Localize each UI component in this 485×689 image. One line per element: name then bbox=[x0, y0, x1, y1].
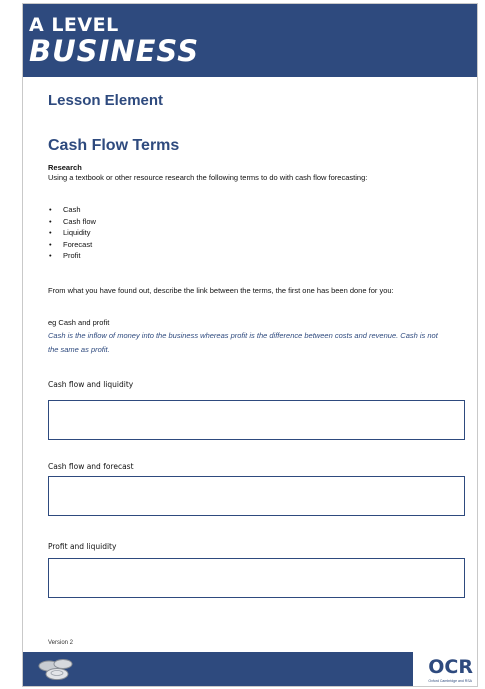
bullet-icon: • bbox=[49, 239, 52, 249]
term-label: Liquidity bbox=[63, 228, 91, 237]
coins-icon bbox=[38, 659, 73, 680]
bullet-icon: • bbox=[49, 205, 52, 214]
answer-box-cash-flow-forecast[interactable] bbox=[48, 476, 465, 516]
list-item: • Forecast bbox=[48, 239, 96, 251]
list-item: • Cash flow bbox=[48, 216, 96, 228]
term-label: Profit bbox=[63, 251, 81, 260]
field-label-profit-liquidity: Profit and liquidity bbox=[48, 542, 117, 551]
ocr-logo-subtext: Oxford Cambridge and RSA bbox=[428, 679, 472, 683]
document-page: A LEVEL BUSINESS Lesson Element Cash Flo… bbox=[22, 3, 478, 687]
answer-box-cash-flow-liquidity[interactable] bbox=[48, 400, 465, 440]
list-item: • Liquidity bbox=[48, 227, 96, 239]
research-instruction: Using a textbook or other resource resea… bbox=[48, 173, 368, 182]
version-label: Version 2 bbox=[48, 640, 74, 646]
bullet-icon: • bbox=[49, 228, 52, 237]
describe-instruction: From what you have found out, describe t… bbox=[48, 286, 394, 295]
field-label-cash-flow-forecast: Cash flow and forecast bbox=[48, 462, 134, 471]
list-item: • Cash bbox=[48, 204, 96, 216]
list-item: • Profit bbox=[48, 250, 96, 262]
term-label: Forecast bbox=[63, 239, 93, 249]
ocr-logo: OCR Oxford Cambridge and RSA bbox=[413, 652, 477, 686]
answer-box-profit-liquidity[interactable] bbox=[48, 558, 465, 598]
bullet-icon: • bbox=[49, 251, 52, 260]
terms-list: • Cash • Cash flow • Liquidity • Forecast • P… bbox=[48, 204, 96, 262]
field-label-cash-flow-liquidity: Cash flow and liquidity bbox=[48, 380, 134, 389]
ocr-logo-text: OCR bbox=[428, 656, 473, 678]
lesson-element-heading: Lesson Element bbox=[48, 92, 164, 109]
example-label: eg Cash and profit bbox=[48, 318, 110, 327]
header-banner: A LEVEL BUSINESS bbox=[23, 4, 477, 77]
footer-banner: OCR Oxford Cambridge and RSA bbox=[23, 652, 477, 686]
example-answer: Cash is the inflow of money into the bus… bbox=[48, 331, 438, 354]
banner-subject-text: BUSINESS bbox=[29, 34, 200, 68]
page-title: Cash Flow Terms bbox=[48, 137, 180, 154]
term-label: Cash flow bbox=[63, 216, 96, 226]
term-label: Cash bbox=[63, 205, 81, 214]
bullet-icon: • bbox=[49, 216, 52, 226]
banner-level-text: A LEVEL bbox=[29, 14, 119, 36]
